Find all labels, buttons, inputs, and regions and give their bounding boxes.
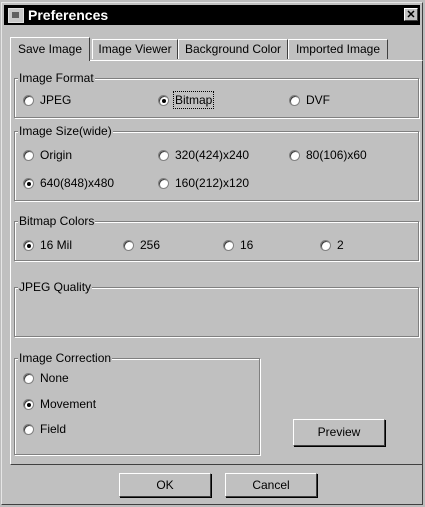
bitmap-colors-group: Bitmap Colors 16 Mil 256 16 2	[14, 214, 419, 261]
radio-256[interactable]: 256	[123, 237, 160, 253]
radio-circle-icon	[123, 240, 134, 251]
preferences-dialog: Preferences ✕ Save Image Image Viewer Ba…	[1, 2, 423, 505]
radio-selected-icon	[23, 399, 34, 410]
radio-none[interactable]: None	[23, 370, 69, 386]
button-label: Cancel	[252, 478, 290, 492]
radio-label: Field	[40, 422, 67, 436]
radio-label: 80(106)x60	[306, 148, 367, 162]
radio-640x480[interactable]: 640(848)x480	[23, 175, 114, 191]
radio-circle-icon	[289, 150, 300, 161]
radio-field[interactable]: Field	[23, 421, 66, 437]
image-correction-legend: Image Correction	[18, 351, 113, 365]
button-label: OK	[156, 478, 174, 492]
radio-label: JPEG	[40, 93, 72, 107]
image-format-legend: Image Format	[18, 71, 95, 85]
tab-label: Imported Image	[295, 42, 381, 56]
button-label: Preview	[317, 425, 361, 439]
tab-label: Image Viewer	[98, 42, 172, 56]
radio-circle-icon	[23, 373, 34, 384]
image-size-legend: Image Size(wide)	[18, 124, 113, 138]
close-button[interactable]: ✕	[404, 8, 418, 21]
radio-label: None	[40, 371, 69, 385]
radio-bitmap[interactable]: Bitmap	[158, 91, 215, 109]
radio-160x120[interactable]: 160(212)x120	[158, 175, 249, 191]
radio-circle-icon	[158, 178, 169, 189]
title-bar: Preferences ✕	[4, 5, 420, 25]
radio-movement[interactable]: Movement	[23, 396, 96, 412]
radio-2[interactable]: 2	[320, 237, 344, 253]
tab-imported-image[interactable]: Imported Image	[288, 39, 388, 59]
radio-selected-icon	[23, 240, 34, 251]
radio-circle-icon	[23, 150, 34, 161]
radio-dvf[interactable]: DVF	[289, 92, 330, 108]
tab-image-viewer[interactable]: Image Viewer	[92, 39, 178, 59]
tab-background-color[interactable]: Background Color	[178, 39, 288, 59]
tab-strip: Save Image Image Viewer Background Color…	[10, 37, 390, 61]
radio-origin[interactable]: Origin	[23, 147, 72, 163]
radio-circle-icon	[320, 240, 331, 251]
radio-label: 256	[140, 238, 161, 252]
radio-circle-icon	[23, 424, 34, 435]
radio-selected-icon	[23, 178, 34, 189]
radio-320x240[interactable]: 320(424)x240	[158, 147, 249, 163]
tab-label: Background Color	[184, 42, 282, 56]
radio-label: 16	[240, 238, 254, 252]
ok-button[interactable]: OK	[119, 473, 211, 497]
radio-label: 320(424)x240	[175, 148, 250, 162]
image-correction-group: Image Correction None Movement Field	[14, 351, 260, 455]
cancel-button[interactable]: Cancel	[225, 473, 317, 497]
window-title: Preferences	[28, 7, 109, 23]
radio-label: 2	[337, 238, 344, 252]
app-icon	[8, 8, 24, 23]
radio-label: 16 Mil	[40, 238, 73, 252]
tab-label: Save Image	[17, 42, 83, 56]
bitmap-colors-legend: Bitmap Colors	[18, 214, 96, 228]
image-size-group: Image Size(wide) Origin 320(424)x240 80(…	[14, 124, 419, 201]
radio-label: 640(848)x480	[40, 176, 115, 190]
radio-label: Bitmap	[172, 91, 215, 109]
radio-16-mil[interactable]: 16 Mil	[23, 237, 72, 253]
radio-label: Movement	[40, 397, 97, 411]
preview-button[interactable]: Preview	[293, 419, 385, 446]
radio-circle-icon	[223, 240, 234, 251]
image-format-group: Image Format JPEG Bitmap DVF	[14, 71, 419, 118]
radio-circle-icon	[23, 95, 34, 106]
jpeg-quality-legend: JPEG Quality	[18, 280, 93, 294]
radio-label: 160(212)x120	[175, 176, 250, 190]
jpeg-quality-group: JPEG Quality	[14, 280, 419, 337]
save-image-panel: Image Format JPEG Bitmap DVF Image Size(…	[10, 60, 423, 465]
radio-jpeg[interactable]: JPEG	[23, 92, 71, 108]
radio-circle-icon	[158, 150, 169, 161]
radio-16[interactable]: 16	[223, 237, 253, 253]
radio-circle-icon	[289, 95, 300, 106]
radio-selected-icon	[158, 95, 169, 106]
tab-save-image[interactable]: Save Image	[10, 37, 90, 61]
radio-label: DVF	[306, 93, 330, 107]
close-icon: ✕	[406, 9, 416, 21]
radio-label: Origin	[40, 148, 73, 162]
radio-80x60[interactable]: 80(106)x60	[289, 147, 367, 163]
